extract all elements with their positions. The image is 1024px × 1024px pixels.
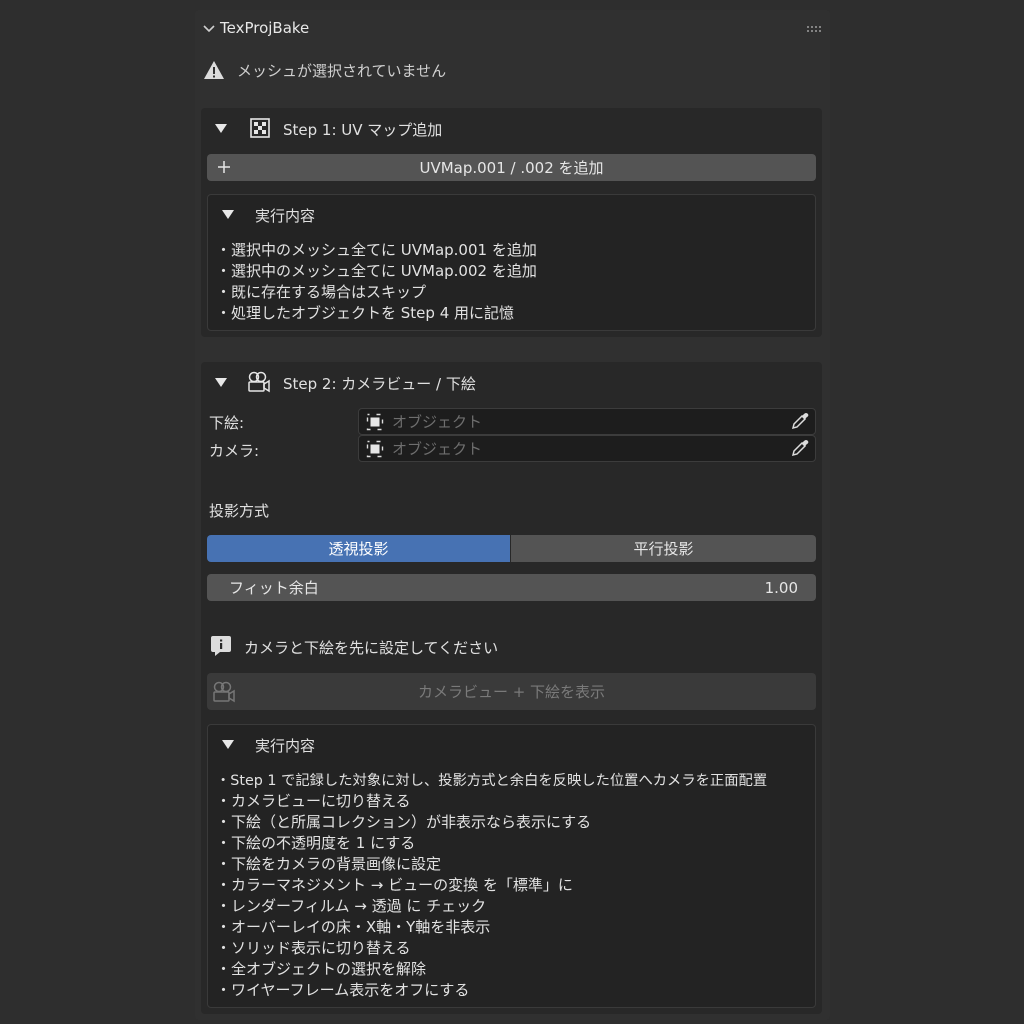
fit-margin-slider[interactable]: フィット余白 1.00 <box>207 574 816 601</box>
field-label-camera: カメラ: <box>209 442 260 460</box>
camera-icon <box>211 680 237 704</box>
list-item: ・Step 1 で記録した対象に対し、投影方式と余白を反映した位置へカメラを正面… <box>216 773 768 789</box>
object-icon <box>366 440 384 458</box>
list-item: ・全オブジェクトの選択を解除 <box>216 960 427 978</box>
details-collapse-icon[interactable] <box>222 210 234 219</box>
info-icon <box>210 634 232 658</box>
chevron-down-icon[interactable] <box>202 22 216 36</box>
camera-object-placeholder: オブジェクト <box>392 440 483 458</box>
list-item: ・カメラビューに切り替える <box>216 792 411 810</box>
camera-icon <box>246 370 272 394</box>
background-object-field[interactable]: オブジェクト <box>358 408 816 435</box>
step2-details-title[interactable]: 実行内容 <box>255 735 315 756</box>
show-camera-view-label: カメラビュー + 下絵を表示 <box>417 683 606 701</box>
orthographic-toggle[interactable]: 平行投影 <box>511 535 816 562</box>
eyedropper-icon[interactable] <box>790 411 810 431</box>
collapse-triangle-icon[interactable] <box>215 378 227 387</box>
collapse-triangle-icon[interactable] <box>215 124 227 133</box>
info-text: カメラと下絵を先に設定してください <box>244 639 499 657</box>
checker-icon <box>249 117 271 139</box>
panel-title[interactable]: TexProjBake <box>220 19 309 37</box>
list-item: ・下絵をカメラの背景画像に設定 <box>216 855 442 873</box>
perspective-toggle[interactable]: 透視投影 <box>207 535 510 562</box>
list-item: ・処理したオブジェクトを Step 4 用に記憶 <box>216 304 515 322</box>
step1-details-list: ・選択中のメッシュ全てに UVMap.001 を追加 ・選択中のメッシュ全てに … <box>216 239 816 329</box>
step2-title[interactable]: Step 2: カメラビュー / 下絵 <box>283 373 476 394</box>
projection-label: 投影方式 <box>209 502 270 520</box>
step1-details-title[interactable]: 実行内容 <box>255 205 315 226</box>
field-label-background: 下絵: <box>209 414 245 432</box>
background-object-placeholder: オブジェクト <box>392 413 483 431</box>
add-uvmap-button[interactable]: UVMap.001 / .002 を追加 <box>207 154 816 181</box>
list-item: ・オーバーレイの床・X軸・Y軸を非表示 <box>216 918 491 936</box>
list-item: ・ソリッド表示に切り替える <box>216 939 411 957</box>
list-item: ・レンダーフィルム → 透過 に チェック <box>216 897 487 915</box>
step2-details-list: ・Step 1 で記録した対象に対し、投影方式と余白を反映した位置へカメラを正面… <box>216 769 816 1004</box>
warning-text: メッシュが選択されていません <box>237 62 447 80</box>
details-collapse-icon[interactable] <box>222 740 234 749</box>
drag-grip-icon[interactable] <box>806 25 822 33</box>
eyedropper-icon[interactable] <box>790 438 810 458</box>
list-item: ・下絵（と所属コレクション）が非表示なら表示にする <box>216 813 592 831</box>
list-item: ・選択中のメッシュ全てに UVMap.001 を追加 <box>216 241 537 259</box>
list-item: ・既に存在する場合はスキップ <box>216 283 427 301</box>
orthographic-label: 平行投影 <box>633 540 694 558</box>
list-item: ・下絵の不透明度を 1 にする <box>216 834 416 852</box>
show-camera-view-button[interactable]: カメラビュー + 下絵を表示 <box>207 673 816 710</box>
fit-margin-label: フィット余白 <box>229 579 319 597</box>
warning-icon <box>203 59 225 81</box>
list-item: ・カラーマネジメント → ビューの変換 を「標準」に <box>216 876 573 894</box>
list-item: ・ワイヤーフレーム表示をオフにする <box>216 981 470 999</box>
plus-icon <box>216 159 232 175</box>
step1-title[interactable]: Step 1: UV マップ追加 <box>283 119 442 140</box>
list-item: ・選択中のメッシュ全てに UVMap.002 を追加 <box>216 262 537 280</box>
fit-margin-value: 1.00 <box>764 578 798 597</box>
object-icon <box>366 413 384 431</box>
add-uvmap-label: UVMap.001 / .002 を追加 <box>419 159 604 177</box>
perspective-label: 透視投影 <box>328 540 389 558</box>
camera-object-field[interactable]: オブジェクト <box>358 435 816 462</box>
